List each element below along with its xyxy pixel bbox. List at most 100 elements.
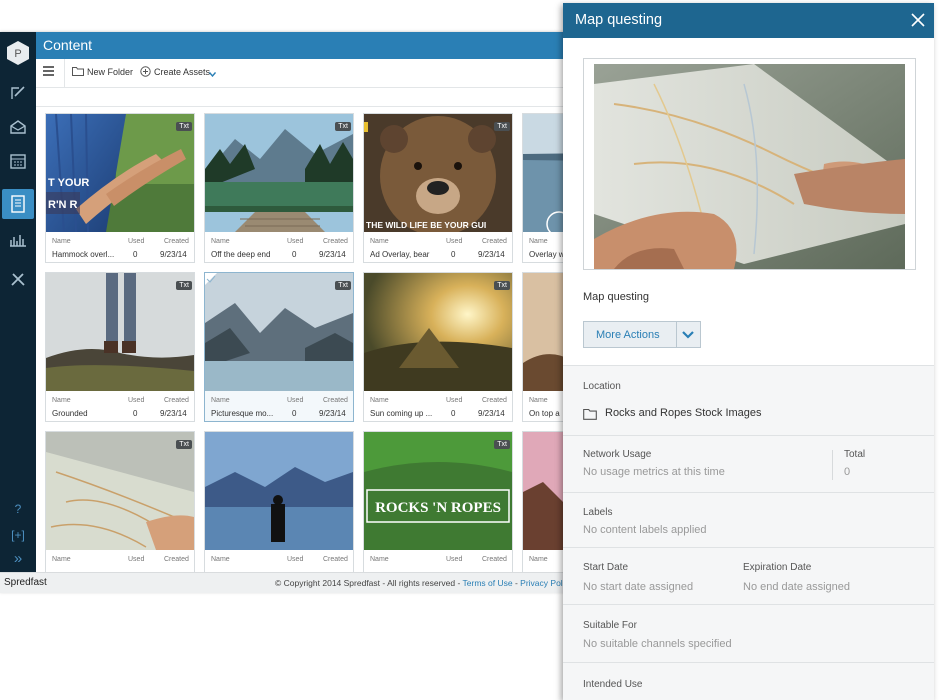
copyright-text: © Copyright 2014 Spredfast - All rights …: [275, 578, 463, 588]
asset-name: Off the deep end: [211, 250, 271, 259]
content-app: P ? [+] » Content New Folder Create Asse…: [0, 32, 572, 593]
chevron-down-icon[interactable]: [208, 69, 217, 79]
content-header: Content: [36, 32, 572, 59]
new-folder-button[interactable]: New Folder: [87, 67, 133, 77]
panel-header: Map questing: [563, 3, 934, 38]
type-badge: Txt: [335, 122, 351, 131]
col-used-label: Used: [287, 238, 304, 245]
location-label: Location: [583, 381, 621, 392]
asset-meta: Name Used Created: [46, 551, 194, 572]
labels-section: Labels No content labels applied: [563, 492, 934, 548]
help-icon[interactable]: ?: [7, 498, 29, 520]
preview-image: [594, 64, 905, 269]
nav-rail: P ? [+] »: [0, 32, 36, 592]
chevron-down-icon[interactable]: [681, 329, 695, 341]
rocks-overlay-text: ROCKS 'N ROPES: [375, 500, 501, 516]
asset-name: Picturesque mo...: [211, 409, 274, 418]
col-created-label: Created: [323, 397, 348, 404]
svg-text:P: P: [14, 48, 21, 60]
asset-used: 0: [133, 409, 138, 418]
hammock-overlay-line1: T YOUR: [48, 177, 89, 189]
asset-meta: Name Used Created Picturesque mo... 0 9/…: [205, 392, 353, 422]
total-label: Total: [844, 449, 866, 460]
panel-preview-area: Map questing More Actions: [563, 38, 934, 365]
asset-detail-panel: Map questing Map questing More Actions L…: [563, 3, 934, 700]
asset-card[interactable]: Name Used Created: [204, 431, 354, 572]
create-assets-button[interactable]: Create Assets: [154, 67, 210, 77]
col-used-label: Used: [287, 397, 304, 404]
asset-grid: T YOUR R'N R Txt Name Used Created Hammo…: [36, 107, 572, 572]
asset-name: Sun coming up ...: [370, 409, 433, 418]
labels-label: Labels: [583, 507, 613, 518]
col-created-label: Created: [164, 556, 189, 563]
asset-used: 0: [292, 250, 297, 259]
asset-card[interactable]: Txt Name Used Created Off the deep end 0…: [204, 113, 354, 263]
asset-card[interactable]: ROCKS 'N ROPES Txt Name Used Created: [363, 431, 513, 572]
col-name-label: Name: [52, 238, 71, 245]
asset-thumbnail[interactable]: [364, 273, 512, 391]
asset-thumbnail[interactable]: [46, 432, 194, 550]
asset-card[interactable]: Txt Name Used Created Sun coming up ... …: [363, 272, 513, 422]
location-section: Location Rocks and Ropes Stock Images: [563, 365, 934, 436]
privacy-link[interactable]: Privacy Polic: [520, 578, 569, 588]
asset-meta: Name Used Created Sun coming up ... 0 9/…: [364, 392, 512, 422]
col-used-label: Used: [128, 397, 145, 404]
menu-icon[interactable]: [43, 66, 54, 78]
network-usage-section: Network Usage No usage metrics at this t…: [563, 435, 934, 493]
asset-card[interactable]: THE WILD LIFE BE YOUR GUI Txt Name Used …: [363, 113, 513, 263]
terms-link[interactable]: Terms of Use: [463, 578, 513, 588]
toolbar-divider: [64, 59, 65, 87]
asset-card-selected[interactable]: Txt Name Used Created Picturesque mo... …: [204, 272, 354, 422]
analytics-icon[interactable]: [7, 230, 29, 252]
expand-glyph: »: [13, 550, 23, 567]
col-name-label: Name: [211, 556, 230, 563]
filter-bar: [36, 88, 572, 107]
folder-icon: [72, 66, 84, 78]
asset-thumbnail[interactable]: ROCKS 'N ROPES: [364, 432, 512, 550]
total-value: 0: [844, 466, 851, 478]
col-used-label: Used: [446, 397, 463, 404]
asset-meta: Name Used Created: [205, 551, 353, 572]
asset-thumbnail[interactable]: [205, 273, 353, 391]
add-glyph: [+]: [11, 528, 25, 542]
asset-card[interactable]: Txt Name Used Created Grounded 0 9/23/14: [45, 272, 195, 422]
col-used-label: Used: [446, 238, 463, 245]
asset-thumbnail[interactable]: [205, 114, 353, 232]
add-icon[interactable]: [+]: [7, 524, 29, 546]
network-usage-value: No usage metrics at this time: [583, 466, 725, 478]
asset-used: 0: [292, 409, 297, 418]
network-usage-label: Network Usage: [583, 449, 652, 460]
asset-thumbnail[interactable]: T YOUR R'N R: [46, 114, 194, 232]
more-actions-label: More Actions: [596, 329, 660, 341]
asset-thumbnail[interactable]: [46, 273, 194, 391]
asset-card[interactable]: Txt Name Used Created: [45, 431, 195, 572]
type-badge: Txt: [494, 440, 510, 449]
asset-thumbnail[interactable]: THE WILD LIFE BE YOUR GUI: [364, 114, 512, 232]
help-glyph: ?: [14, 502, 22, 516]
col-created-label: Created: [323, 238, 348, 245]
tools-icon[interactable]: [7, 270, 29, 292]
asset-meta: Name Used Created Off the deep end 0 9/2…: [205, 233, 353, 263]
asset-card[interactable]: T YOUR R'N R Txt Name Used Created Hammo…: [45, 113, 195, 263]
asset-used: 0: [451, 409, 456, 418]
asset-thumbnail[interactable]: [205, 432, 353, 550]
more-actions-button[interactable]: More Actions: [583, 321, 701, 348]
col-used-label: Used: [287, 556, 304, 563]
close-icon[interactable]: [910, 8, 926, 33]
suitable-for-value: No suitable channels specified: [583, 638, 732, 650]
content-icon[interactable]: [2, 189, 34, 219]
asset-name: Ad Overlay, bear: [370, 250, 430, 259]
col-created-label: Created: [482, 556, 507, 563]
location-value[interactable]: Rocks and Ropes Stock Images: [605, 407, 762, 419]
compose-icon[interactable]: [7, 84, 29, 106]
col-name-label: Name: [529, 556, 548, 563]
col-name-label: Name: [370, 238, 389, 245]
toolbar: New Folder Create Assets: [36, 59, 572, 88]
asset-preview: [583, 58, 916, 270]
calendar-icon[interactable]: [7, 152, 29, 174]
copyright: © Copyright 2014 Spredfast - All rights …: [275, 578, 569, 588]
inbox-icon[interactable]: [7, 118, 29, 140]
expand-icon[interactable]: »: [7, 548, 29, 570]
type-badge: Txt: [494, 122, 510, 131]
logo-icon[interactable]: P: [5, 40, 31, 66]
